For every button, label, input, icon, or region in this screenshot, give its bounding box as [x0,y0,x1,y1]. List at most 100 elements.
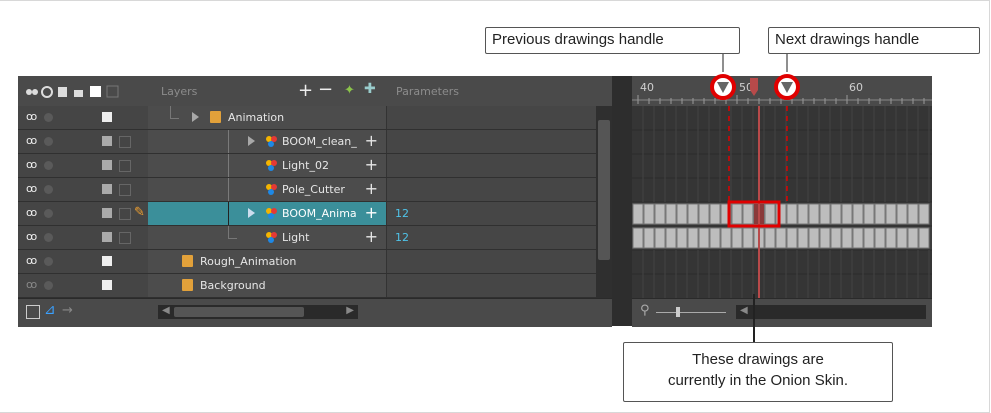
layer-name-cell[interactable]: BOOM_Anima + [148,202,386,225]
parameter-cell [386,178,597,201]
color-swatch[interactable] [102,184,112,194]
layer-name: Pole_Cutter [282,183,345,196]
layer-name: Light_02 [282,159,329,172]
arrow-icon[interactable]: → [62,303,73,318]
add-child-icon[interactable]: + [365,204,378,222]
add-peg-icon[interactable]: ✦ [344,83,355,98]
ruler-label-40: 40 [640,81,654,94]
parameter-cell [386,250,597,273]
parameters-header-label: Parameters [396,85,459,98]
layer-name: Animation [228,111,285,124]
frames-grid[interactable] [632,106,932,298]
add-layer-icon[interactable]: + [298,80,313,101]
visibility-icon[interactable]: ꝏ [26,230,40,243]
visibility-icon[interactable]: ꝏ [26,278,40,291]
parameter-value: 12 [395,231,409,244]
enable-dot[interactable] [44,137,53,146]
add-child-icon[interactable]: + [365,132,378,150]
tool-icon[interactable]: ⊿ [44,302,56,318]
frame-ruler[interactable]: 40 50 60 [632,76,932,106]
vertical-scroll-thumb[interactable] [598,120,610,260]
layer-toggles: ꝏ [18,226,148,249]
color-swatch[interactable] [102,112,112,122]
visibility-icon[interactable]: ꝏ [26,134,40,147]
layer-name-cell[interactable]: Rough_Animation [148,250,386,273]
layer-row[interactable]: ꝏ Light + 12 [18,226,612,250]
visibility-icon[interactable]: ꝏ [26,110,40,123]
horizontal-scroll-thumb[interactable] [174,307,304,317]
column-toggle-icons[interactable] [24,85,144,98]
thumbnail-toggle[interactable] [119,160,131,172]
thumbnail-toggle[interactable] [119,208,131,220]
zoom-slider[interactable] [656,307,726,317]
expand-arrow-icon[interactable] [248,136,255,146]
camera-icon[interactable] [26,305,40,319]
expand-arrow-icon[interactable] [192,112,199,122]
thumbnail-toggle[interactable] [119,232,131,244]
color-swatch[interactable] [102,232,112,242]
layer-row[interactable]: ꝏ Pole_Cutter + [18,178,612,202]
layer-toggles: ꝏ [18,106,148,129]
peg-icon [266,184,277,195]
add-child-icon[interactable]: + [365,156,378,174]
color-swatch[interactable] [102,208,112,218]
horizontal-scrollbar[interactable]: ◀ ▶ [158,305,358,319]
enable-dot[interactable] [44,113,53,122]
enable-dot[interactable] [44,209,53,218]
layer-row[interactable]: ꝏ Animation [18,106,612,130]
tree-connector [170,106,179,119]
add-child-icon[interactable]: + [365,228,378,246]
vertical-scrollbar[interactable] [596,106,612,298]
color-swatch[interactable] [102,136,112,146]
layer-row[interactable]: ꝏ BOOM_clean_ + [18,130,612,154]
panel-divider[interactable] [612,76,632,326]
scroll-left-icon[interactable]: ◀ [162,305,170,316]
visibility-icon[interactable]: ꝏ [26,182,40,195]
enable-dot[interactable] [44,257,53,266]
add-drawing-icon[interactable]: ✚ [364,81,376,97]
ruler-label-60: 60 [849,81,863,94]
enable-dot[interactable] [44,185,53,194]
enable-dot[interactable] [44,233,53,242]
layer-name: Rough_Animation [200,255,297,268]
zoom-icon[interactable]: ⚲ [640,303,650,318]
frames-bottom-bar: ⚲ ◀ [632,298,932,327]
layer-name-cell[interactable]: BOOM_clean_ + [148,130,386,153]
layer-row[interactable]: ꝏ Rough_Animation [18,250,612,274]
layer-row-selected[interactable]: ꝏ ✎ BOOM_Anima + 12 [18,202,612,226]
layer-name-cell[interactable]: Background [148,274,386,297]
color-swatch[interactable] [102,280,112,290]
group-icon [182,255,193,267]
expand-arrow-icon[interactable] [248,208,255,218]
visibility-icon[interactable]: ꝏ [26,158,40,171]
frames-scroll-left-icon[interactable]: ◀ [740,305,748,316]
scroll-right-icon[interactable]: ▶ [346,305,354,316]
enable-dot[interactable] [44,281,53,290]
layer-row[interactable]: ꝏ Light_02 + [18,154,612,178]
frames-horizontal-scrollbar[interactable]: ◀ [736,305,926,319]
pencil-icon[interactable]: ✎ [134,205,145,220]
zoom-slider-handle[interactable] [676,307,680,317]
thumbnail-toggle[interactable] [119,136,131,148]
layer-name-cell[interactable]: Pole_Cutter + [148,178,386,201]
layer-name-cell[interactable]: Light_02 + [148,154,386,177]
layer-toggles: ꝏ [18,130,148,153]
tree-connector [228,226,237,239]
visibility-icon[interactable]: ꝏ [26,254,40,267]
exposure-cells [632,106,932,298]
peg-icon [266,232,277,243]
layer-row[interactable]: ꝏ Background [18,274,612,298]
timeline-header: Layers + − ✦ ✚ Parameters [18,76,612,107]
add-child-icon[interactable]: + [365,180,378,198]
enable-dot[interactable] [44,161,53,170]
onion-skin-callout-line2: currently in the Onion Skin. [667,372,849,389]
thumbnail-toggle[interactable] [119,184,131,196]
visibility-icon[interactable]: ꝏ [26,206,40,219]
onion-skin-callout-line1: These drawings are [692,351,824,368]
color-swatch[interactable] [102,256,112,266]
layer-name-cell[interactable]: Animation [148,106,386,129]
layer-name: Background [200,279,266,292]
layer-name-cell[interactable]: Light + [148,226,386,249]
remove-layer-icon[interactable]: − [318,79,333,100]
color-swatch[interactable] [102,160,112,170]
